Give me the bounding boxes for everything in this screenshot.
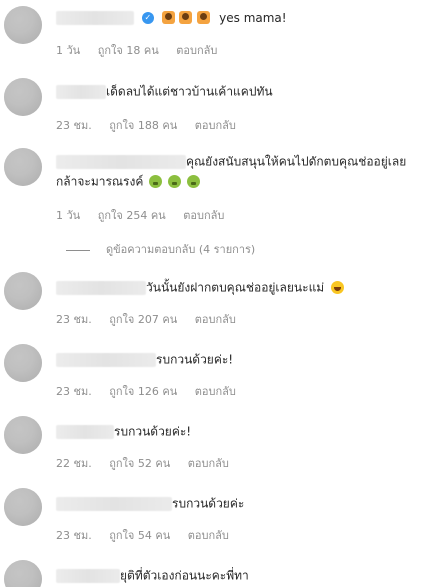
comment-text: ยุติที่ตัวเองก่อนนะคะพี่ทา — [120, 568, 249, 583]
comment-text: วันนั้นยังฝากตบคุณช่ออยู่เลยนะแม่ — [146, 280, 325, 295]
comment-body: เด็ดลบได้แต่ชาวบ้านเค้าแคปทัน — [56, 82, 273, 101]
username-blurred[interactable] — [56, 84, 106, 99]
comment-body: ✓ yes mama! — [56, 8, 287, 27]
praise-hands-icon — [197, 11, 211, 24]
username-blurred[interactable] — [56, 154, 186, 169]
reply-button[interactable]: ตอบกลับ — [195, 385, 236, 398]
comment-body: รบกวนด้วยค่ะ — [56, 494, 244, 513]
username-blurred[interactable] — [56, 496, 172, 511]
nauseated-face-icon — [186, 175, 200, 188]
comment-meta: 23 ชม. ถูกใจ 207 คน ตอบกลับ — [56, 310, 250, 328]
comment-body-line-2: กล้าจะมารณรงค์ — [56, 172, 200, 191]
comment-meta: 1 วัน ถูกใจ 18 คน ตอบกลับ — [56, 41, 231, 59]
view-replies-button[interactable]: ดูข้อความตอบกลับ (4 รายการ) — [56, 240, 255, 258]
avatar[interactable] — [4, 560, 42, 587]
comment-text: คุณยังสนับสนุนให้คนไปดักตบคุณช่ออยู่เลย — [186, 154, 407, 169]
comment-text: รบกวนด้วยค่ะ! — [114, 424, 192, 439]
comment-body: คุณยังสนับสนุนให้คนไปดักตบคุณช่ออยู่เลย — [56, 152, 406, 171]
comment-time: 23 ชม. — [56, 119, 92, 132]
comment-time: 22 ชม. — [56, 457, 92, 470]
comment-time: 1 วัน — [56, 209, 81, 222]
comment-text: เด็ดลบได้แต่ชาวบ้านเค้าแคปทัน — [106, 84, 273, 99]
username-blurred[interactable] — [56, 10, 134, 25]
praise-hands-icon — [161, 11, 175, 24]
like-count[interactable]: ถูกใจ 52 คน — [109, 457, 170, 470]
avatar[interactable] — [4, 488, 42, 526]
avatar[interactable] — [4, 6, 42, 44]
username-blurred[interactable] — [56, 424, 114, 439]
comment-time: 23 ชม. — [56, 313, 92, 326]
like-count[interactable]: ถูกใจ 126 คน — [109, 385, 177, 398]
praise-hands-icon — [179, 11, 193, 24]
comment-meta: 23 ชม. ถูกใจ 188 คน ตอบกลับ — [56, 116, 250, 134]
avatar[interactable] — [4, 272, 42, 310]
reply-button[interactable]: ตอบกลับ — [195, 313, 236, 326]
comment-text: กล้าจะมารณรงค์ — [56, 174, 144, 189]
like-count[interactable]: ถูกใจ 188 คน — [109, 119, 177, 132]
avatar[interactable] — [4, 148, 42, 186]
reply-button[interactable]: ตอบกลับ — [176, 44, 217, 57]
verified-badge-icon: ✓ — [141, 11, 154, 24]
comment-meta: 23 ชม. ถูกใจ 54 คน ตอบกลับ — [56, 526, 243, 544]
like-count[interactable]: ถูกใจ 54 คน — [109, 529, 170, 542]
username-blurred[interactable] — [56, 568, 120, 583]
divider — [66, 249, 90, 251]
comment-time: 23 ชม. — [56, 529, 92, 542]
rolling-laughing-face-icon — [331, 281, 345, 294]
comment-time: 1 วัน — [56, 44, 81, 57]
comment-meta: 1 วัน ถูกใจ 254 คน ตอบกลับ — [56, 206, 238, 224]
comment-text: รบกวนด้วยค่ะ — [172, 496, 245, 511]
view-replies-label: ดูข้อความตอบกลับ (4 รายการ) — [106, 243, 256, 256]
comment-body: วันนั้นยังฝากตบคุณช่ออยู่เลยนะแม่ — [56, 278, 345, 297]
comment-body: ยุติที่ตัวเองก่อนนะคะพี่ทา — [56, 566, 249, 585]
comment-text: รบกวนด้วยค่ะ! — [156, 352, 234, 367]
reply-button[interactable]: ตอบกลับ — [188, 529, 229, 542]
avatar[interactable] — [4, 78, 42, 116]
comment-time: 23 ชม. — [56, 385, 92, 398]
reply-button[interactable]: ตอบกลับ — [195, 119, 236, 132]
username-blurred[interactable] — [56, 280, 146, 295]
comment-body: รบกวนด้วยค่ะ! — [56, 350, 233, 369]
avatar[interactable] — [4, 416, 42, 454]
nauseated-face-icon — [168, 175, 182, 188]
comment-meta: 22 ชม. ถูกใจ 52 คน ตอบกลับ — [56, 454, 243, 472]
username-blurred[interactable] — [56, 352, 156, 367]
comment-text: yes mama! — [219, 10, 287, 25]
like-count[interactable]: ถูกใจ 254 คน — [98, 209, 166, 222]
like-count[interactable]: ถูกใจ 18 คน — [98, 44, 159, 57]
nauseated-face-icon — [149, 175, 163, 188]
avatar[interactable] — [4, 344, 42, 382]
comment-meta: 23 ชม. ถูกใจ 126 คน ตอบกลับ — [56, 382, 250, 400]
reply-button[interactable]: ตอบกลับ — [188, 457, 229, 470]
like-count[interactable]: ถูกใจ 207 คน — [109, 313, 177, 326]
comment-body: รบกวนด้วยค่ะ! — [56, 422, 191, 441]
reply-button[interactable]: ตอบกลับ — [183, 209, 224, 222]
